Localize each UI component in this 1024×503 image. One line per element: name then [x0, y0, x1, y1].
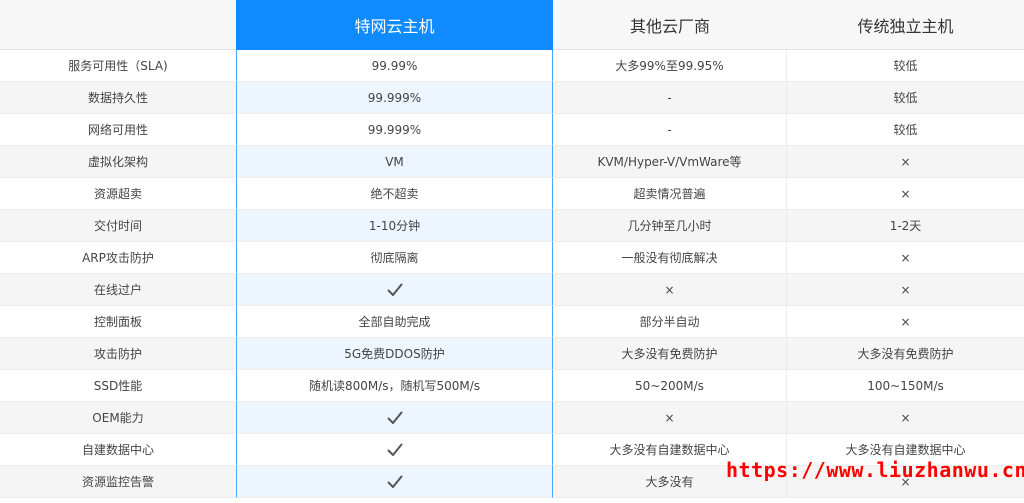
other-cloud-cell: KVM/Hyper-V/VmWare等: [553, 146, 787, 178]
tewang-cell: [236, 434, 553, 466]
other-cloud-cell: ×: [553, 274, 787, 306]
feature-cell: 控制面板: [0, 306, 236, 338]
feature-cell: 服务可用性（SLA): [0, 50, 236, 82]
other-cloud-cell: 部分半自动: [553, 306, 787, 338]
other-cloud-cell: 一般没有彻底解决: [553, 242, 787, 274]
feature-cell: 攻击防护: [0, 338, 236, 370]
feature-cell: 交付时间: [0, 210, 236, 242]
tewang-cell: 彻底隔离: [236, 242, 553, 274]
feature-cell: 数据持久性: [0, 82, 236, 114]
traditional-cell: ×: [787, 146, 1024, 178]
other-cloud-cell: -: [553, 114, 787, 146]
other-cloud-cell: 超卖情况普遍: [553, 178, 787, 210]
tewang-cell: 5G免费DDOS防护: [236, 338, 553, 370]
traditional-cell: 100~150M/s: [787, 370, 1024, 402]
tewang-cell: [236, 274, 553, 306]
tewang-cell: [236, 466, 553, 498]
traditional-cell: ×: [787, 306, 1024, 338]
tewang-cell: 99.999%: [236, 82, 553, 114]
tewang-cell: 随机读800M/s，随机写500M/s: [236, 370, 553, 402]
tewang-cell: 绝不超卖: [236, 178, 553, 210]
traditional-cell: ×: [787, 274, 1024, 306]
tewang-cell: 99.99%: [236, 50, 553, 82]
feature-cell: 虚拟化架构: [0, 146, 236, 178]
feature-cell: 自建数据中心: [0, 434, 236, 466]
other-cloud-cell: 大多99%至99.95%: [553, 50, 787, 82]
tewang-cell: VM: [236, 146, 553, 178]
checkmark-icon: [387, 411, 402, 424]
tewang-cell: 全部自助完成: [236, 306, 553, 338]
feature-cell: 网络可用性: [0, 114, 236, 146]
tewang-cell: 1-10分钟: [236, 210, 553, 242]
checkmark-icon: [387, 443, 402, 456]
other-cloud-cell: 几分钟至几小时: [553, 210, 787, 242]
feature-cell: SSD性能: [0, 370, 236, 402]
tewang-cell: 99.999%: [236, 114, 553, 146]
other-cloud-cell: -: [553, 82, 787, 114]
tewang-cell: [236, 402, 553, 434]
other-cloud-cell: 50~200M/s: [553, 370, 787, 402]
traditional-cell: 较低: [787, 82, 1024, 114]
comparison-table: 特网云主机 其他云厂商 传统独立主机 服务可用性（SLA) 99.99% 大多99%…: [0, 0, 1024, 503]
feature-cell: 资源监控告警: [0, 466, 236, 498]
traditional-cell: ×: [787, 178, 1024, 210]
traditional-cell: ×: [787, 402, 1024, 434]
watermark-url: https://www.liuzhanwu.cn: [726, 458, 1024, 482]
checkmark-icon: [387, 283, 402, 296]
feature-cell: OEM能力: [0, 402, 236, 434]
traditional-cell: 较低: [787, 50, 1024, 82]
feature-cell: 在线过户: [0, 274, 236, 306]
traditional-cell: 1-2天: [787, 210, 1024, 242]
feature-cell: 资源超卖: [0, 178, 236, 210]
header-tewang-cloud: 特网云主机: [236, 0, 553, 50]
header-traditional-host: 传统独立主机: [787, 0, 1024, 50]
other-cloud-cell: 大多没有免费防护: [553, 338, 787, 370]
traditional-cell: 大多没有免费防护: [787, 338, 1024, 370]
traditional-cell: ×: [787, 242, 1024, 274]
other-cloud-cell: ×: [553, 402, 787, 434]
checkmark-icon: [387, 475, 402, 488]
header-feature-column: [0, 0, 236, 50]
feature-cell: ARP攻击防护: [0, 242, 236, 274]
traditional-cell: 较低: [787, 114, 1024, 146]
header-other-cloud: 其他云厂商: [553, 0, 787, 50]
